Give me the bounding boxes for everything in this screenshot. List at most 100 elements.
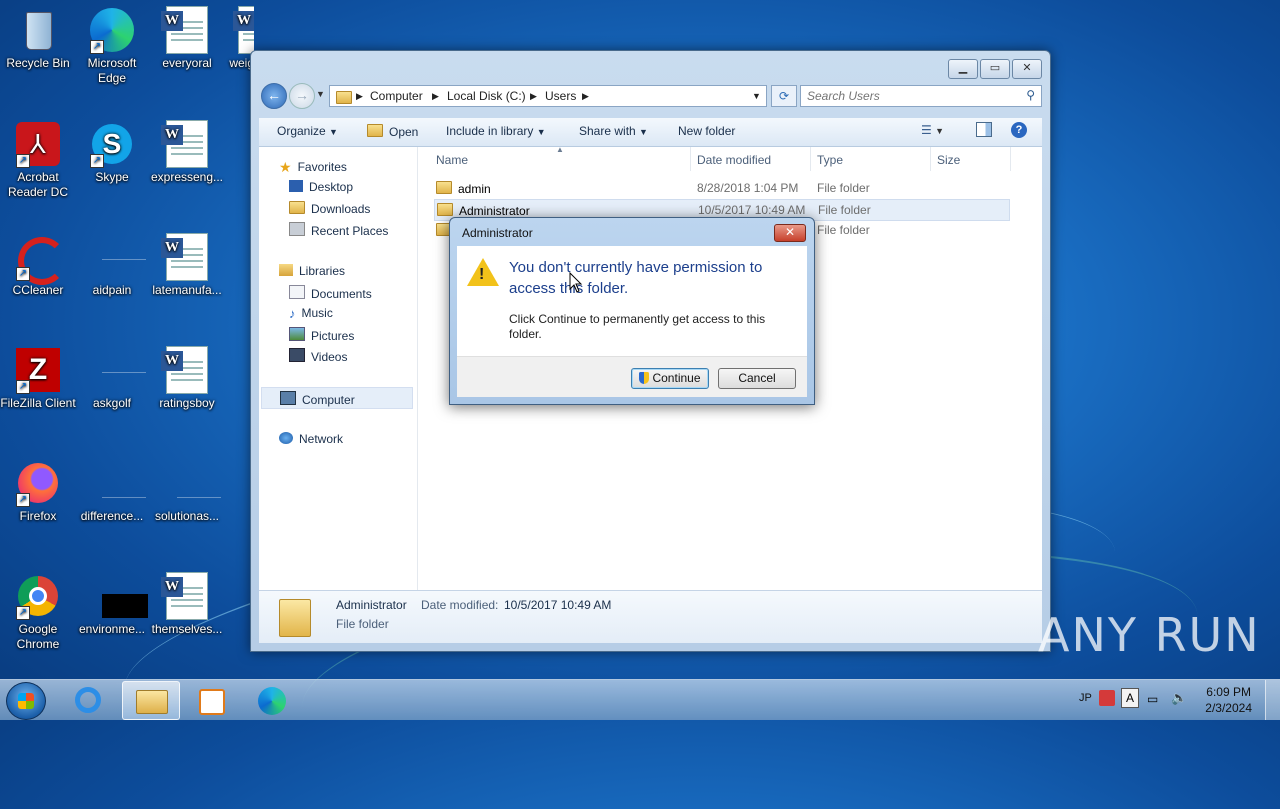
recent-places-icon: [289, 222, 305, 236]
nav-documents[interactable]: Documents: [289, 285, 372, 301]
desktop-icon-expresseng[interactable]: W expresseng...: [149, 120, 225, 185]
desktop-icon-solutionas[interactable]: solutionas...: [149, 459, 225, 524]
nav-label: Recent Places: [311, 224, 389, 238]
nav-computer[interactable]: Computer: [261, 387, 413, 409]
desktop-icon-edge[interactable]: ↗ Microsoft Edge: [74, 6, 150, 86]
desktop-icon-aidpain[interactable]: aidpain: [74, 233, 150, 298]
explorer-icon: [136, 690, 168, 714]
column-header-date[interactable]: Date modified: [697, 153, 771, 167]
nav-pictures[interactable]: Pictures: [289, 327, 354, 343]
file-date: 8/28/2018 1:04 PM: [697, 181, 799, 195]
nav-favorites[interactable]: ★ Favorites: [279, 159, 347, 175]
desktop-icon-filezilla[interactable]: Z ↗ FileZilla Client: [0, 346, 76, 411]
uac-shield-icon: [639, 372, 650, 384]
desktop-icon-difference[interactable]: difference...: [74, 459, 150, 524]
chevron-down-icon: ▼: [536, 127, 546, 137]
libraries-icon: [279, 264, 293, 276]
folder-icon: [279, 599, 311, 637]
nav-libraries[interactable]: Libraries: [279, 264, 345, 278]
forward-button[interactable]: →: [289, 83, 315, 109]
back-button[interactable]: ←: [261, 83, 287, 109]
column-header-size[interactable]: Size: [937, 153, 960, 167]
taskbar-media-button[interactable]: [183, 681, 239, 718]
desktop-icon-everyoral[interactable]: W everyoral: [149, 6, 225, 71]
close-button[interactable]: ✕: [1012, 59, 1042, 79]
cancel-button[interactable]: Cancel: [718, 368, 796, 389]
chevron-down-icon: ▼: [639, 127, 648, 137]
desktop-icon-latemanufa[interactable]: W latemanufa...: [149, 233, 225, 298]
show-desktop-button[interactable]: [1265, 680, 1280, 720]
icon-label: Google Chrome: [16, 622, 60, 651]
help-icon[interactable]: ?: [1011, 122, 1027, 138]
search-icon[interactable]: ⚲: [1026, 88, 1035, 102]
column-separator[interactable]: [1010, 147, 1011, 171]
nav-videos[interactable]: Videos: [289, 348, 347, 364]
search-box[interactable]: ⚲: [800, 85, 1042, 107]
nav-label: Network: [299, 432, 344, 446]
breadcrumb-computer[interactable]: Computer: [370, 89, 423, 103]
address-bar[interactable]: ▶ Computer ▶ Local Disk (C:) ▶ Users ▶ ▼: [329, 85, 767, 107]
firefox-icon: ↗: [14, 459, 62, 507]
dialog-close-button[interactable]: ✕: [774, 224, 806, 242]
nav-downloads[interactable]: Downloads: [289, 201, 370, 216]
start-button[interactable]: [6, 682, 46, 720]
dialog-footer: Continue Cancel: [457, 356, 807, 397]
desktop-icon-recycle-bin[interactable]: Recycle Bin: [0, 6, 76, 71]
refresh-button[interactable]: ⟳: [771, 85, 797, 107]
desktop-icon-firefox[interactable]: ↗ Firefox: [0, 459, 76, 524]
history-dropdown-icon[interactable]: ▼: [316, 89, 325, 99]
details-pane: Administrator Date modified: 10/5/2017 1…: [259, 590, 1042, 643]
desktop-icon-skype[interactable]: S ↗ Skype: [74, 120, 150, 185]
minimize-button[interactable]: ▁: [948, 59, 978, 79]
new-folder-button[interactable]: New folder: [678, 124, 735, 138]
desktop-icon-chrome[interactable]: ↗ Google Chrome: [0, 572, 76, 652]
include-in-library-button[interactable]: Include in library ▼: [446, 124, 546, 138]
security-tray-icon[interactable]: [1099, 690, 1115, 706]
desktop-icon-acrobat[interactable]: ⅄ ↗ Acrobat Reader DC: [0, 120, 76, 200]
address-dropdown-icon[interactable]: ▼: [752, 91, 761, 101]
nav-recent-places[interactable]: Recent Places: [289, 222, 388, 238]
organize-button[interactable]: Organize ▼: [277, 124, 338, 138]
continue-button[interactable]: Continue: [631, 368, 709, 389]
column-header-name[interactable]: Name: [436, 153, 468, 167]
nav-music[interactable]: ♪ Music: [289, 306, 333, 321]
view-options-icon[interactable]: ☰ ▼: [921, 123, 944, 137]
ime-indicator[interactable]: A: [1121, 688, 1139, 708]
desktop-icon-ratingsboy[interactable]: W ratingsboy: [149, 346, 225, 411]
continue-label: Continue: [652, 371, 701, 385]
preview-pane-icon[interactable]: [976, 122, 992, 137]
icon-label: themselves...: [151, 622, 223, 636]
maximize-button[interactable]: ▭: [980, 59, 1010, 79]
open-button[interactable]: Open: [367, 124, 418, 139]
breadcrumb-users[interactable]: Users: [545, 89, 576, 103]
nav-desktop[interactable]: Desktop: [289, 180, 353, 194]
taskbar-explorer-button[interactable]: [122, 681, 180, 720]
file-row[interactable]: admin 8/28/2018 1:04 PM File folder: [434, 178, 1008, 198]
language-indicator[interactable]: JP: [1079, 692, 1092, 704]
column-separator[interactable]: [930, 147, 931, 171]
taskbar-ie-button[interactable]: [61, 681, 117, 718]
clock[interactable]: 6:09 PM 2/3/2024: [1205, 684, 1252, 716]
column-header-type[interactable]: Type: [817, 153, 843, 167]
desktop-icon-environme[interactable]: environme...: [74, 572, 150, 637]
volume-icon[interactable]: 🔈: [1171, 690, 1187, 706]
dialog-title: Administrator: [462, 226, 533, 240]
word-doc-icon: W: [161, 346, 211, 394]
breadcrumb-local-disk[interactable]: Local Disk (C:): [447, 89, 526, 103]
network-tray-icon[interactable]: ▭: [1147, 692, 1158, 706]
search-input[interactable]: [801, 86, 1009, 106]
dialog-heading: You don't currently have permission to a…: [509, 259, 763, 297]
breadcrumb-separator-icon: ▶: [432, 91, 439, 101]
folder-icon: [437, 203, 453, 216]
nav-network[interactable]: Network: [279, 432, 343, 446]
desktop-icon-ccleaner[interactable]: ↗ CCleaner: [0, 233, 76, 298]
column-separator[interactable]: [810, 147, 811, 171]
desktop-icon-askgolf[interactable]: askgolf: [74, 346, 150, 411]
nav-label: Desktop: [309, 180, 354, 194]
desktop-icon-themselves[interactable]: W themselves...: [149, 572, 225, 637]
sort-arrow-icon: ▲: [556, 145, 564, 154]
share-with-button[interactable]: Share with ▼: [579, 124, 648, 138]
nav-label: Downloads: [311, 202, 371, 216]
taskbar-edge-button[interactable]: [244, 681, 300, 718]
column-separator[interactable]: [690, 147, 691, 171]
